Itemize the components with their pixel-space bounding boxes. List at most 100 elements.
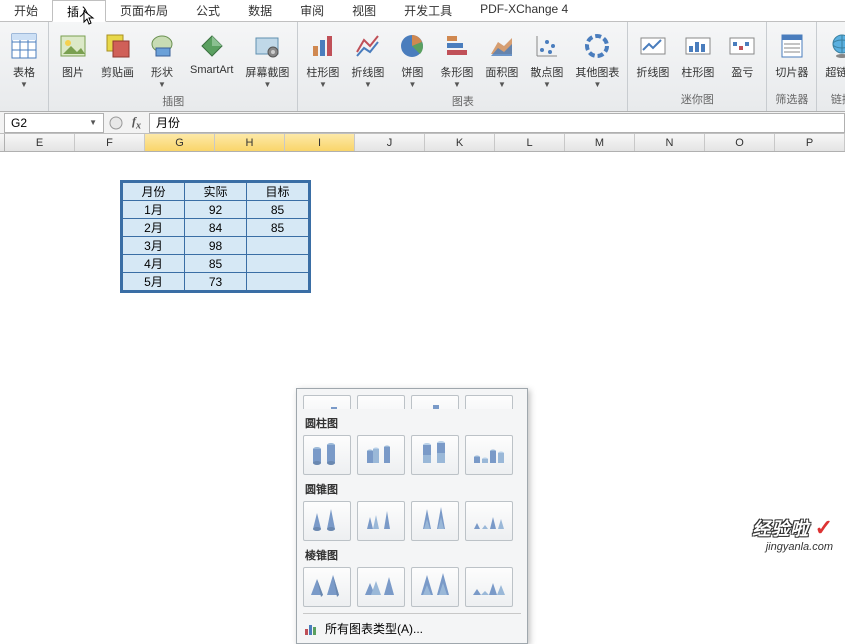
clipart-button[interactable]: 剪贴画: [97, 28, 138, 82]
column-header-F[interactable]: F: [75, 134, 145, 151]
scatter-chart-icon: [531, 30, 563, 62]
other-chart-button[interactable]: 其他图表 ▼: [571, 28, 623, 91]
formula-bar-row: G2 ▼ fx 月份: [0, 112, 845, 134]
name-box[interactable]: G2 ▼: [4, 113, 104, 133]
watermark-text: 经验啦: [752, 519, 809, 539]
sparkline-column-button[interactable]: 柱形图: [677, 28, 718, 82]
column-chart-button[interactable]: 柱形图 ▼: [302, 28, 343, 91]
smartart-button[interactable]: SmartArt: [186, 28, 237, 78]
picture-button[interactable]: 图片: [53, 28, 93, 82]
table-cell[interactable]: 98: [185, 237, 247, 255]
fx-icon[interactable]: [108, 115, 124, 131]
cone-option-1[interactable]: [303, 501, 351, 541]
table-cell[interactable]: 85: [247, 201, 309, 219]
tab-pdf[interactable]: PDF-XChange 4: [466, 0, 582, 21]
table-cell[interactable]: 85: [185, 255, 247, 273]
tab-dev[interactable]: 开发工具: [390, 0, 466, 21]
table-button[interactable]: 表格 ▼: [4, 28, 44, 91]
shapes-button[interactable]: 形状 ▼: [142, 28, 182, 91]
data-table[interactable]: 月份实际目标1月92852月84853月984月855月73: [120, 180, 311, 293]
screenshot-button[interactable]: 屏幕截图 ▼: [241, 28, 293, 91]
chart-option-3d-2[interactable]: [357, 395, 405, 409]
table-cell[interactable]: [247, 255, 309, 273]
table-header-cell[interactable]: 月份: [123, 183, 185, 201]
line-chart-icon: [352, 30, 384, 62]
cylinder-option-1[interactable]: [303, 435, 351, 475]
pyramid-row: [303, 567, 521, 607]
pyramid-option-1[interactable]: [303, 567, 351, 607]
sparkline-winloss-label: 盈亏: [731, 64, 753, 80]
cylinder-option-3[interactable]: [411, 435, 459, 475]
sparkline-line-button[interactable]: 折线图: [632, 28, 673, 82]
all-chart-types-button[interactable]: 所有图表类型(A)...: [303, 613, 521, 637]
table-cell[interactable]: 85: [247, 219, 309, 237]
table-cell[interactable]: [247, 237, 309, 255]
table-cell[interactable]: 4月: [123, 255, 185, 273]
shapes-icon: [146, 30, 178, 62]
pie-chart-button[interactable]: 饼图 ▼: [392, 28, 432, 91]
tab-insert[interactable]: 插入: [52, 0, 106, 22]
table-cell[interactable]: 92: [185, 201, 247, 219]
hyperlink-icon: [826, 30, 845, 62]
column-header-J[interactable]: J: [355, 134, 425, 151]
tab-data[interactable]: 数据: [234, 0, 286, 21]
chart-option-3d-3[interactable]: [411, 395, 459, 409]
cylinder-option-4[interactable]: [465, 435, 513, 475]
column-header-M[interactable]: M: [565, 134, 635, 151]
chevron-down-icon: ▼: [543, 80, 551, 89]
table-cell[interactable]: 73: [185, 273, 247, 291]
chart-option-3d-4[interactable]: [465, 395, 513, 409]
column-header-E[interactable]: E: [5, 134, 75, 151]
ribbon-group-tables: 表格 ▼: [0, 22, 49, 111]
fx-label[interactable]: fx: [124, 114, 149, 131]
all-chart-types-label: 所有图表类型(A)...: [325, 620, 423, 637]
tab-start[interactable]: 开始: [0, 0, 52, 21]
table-cell[interactable]: [247, 273, 309, 291]
cone-row: [303, 501, 521, 541]
cone-option-4[interactable]: [465, 501, 513, 541]
tab-layout[interactable]: 页面布局: [106, 0, 182, 21]
column-header-L[interactable]: L: [495, 134, 565, 151]
pyramid-option-4[interactable]: [465, 567, 513, 607]
line-chart-button[interactable]: 折线图 ▼: [347, 28, 388, 91]
cylinder-option-2[interactable]: [357, 435, 405, 475]
column-chart-icon: [307, 30, 339, 62]
chevron-down-icon: ▼: [593, 80, 601, 89]
table-cell[interactable]: 1月: [123, 201, 185, 219]
table-header-cell[interactable]: 目标: [247, 183, 309, 201]
scatter-chart-button[interactable]: 散点图 ▼: [526, 28, 567, 91]
cone-option-2[interactable]: [357, 501, 405, 541]
slicer-icon: [776, 30, 808, 62]
tab-view[interactable]: 视图: [338, 0, 390, 21]
column-header-I[interactable]: I: [285, 134, 355, 151]
sparkline-column-label: 柱形图: [681, 64, 714, 80]
pyramid-option-3[interactable]: [411, 567, 459, 607]
sparkline-winloss-button[interactable]: 盈亏: [722, 28, 762, 82]
column-header-K[interactable]: K: [425, 134, 495, 151]
column-header-O[interactable]: O: [705, 134, 775, 151]
table-header-cell[interactable]: 实际: [185, 183, 247, 201]
formula-input[interactable]: 月份: [149, 113, 845, 133]
line-chart-label: 折线图: [351, 64, 384, 80]
slicer-button[interactable]: 切片器: [771, 28, 812, 82]
area-chart-button[interactable]: 面积图 ▼: [481, 28, 522, 91]
cursor-icon: [83, 10, 97, 26]
cone-option-3[interactable]: [411, 501, 459, 541]
tab-review[interactable]: 审阅: [286, 0, 338, 21]
tab-formula[interactable]: 公式: [182, 0, 234, 21]
table-cell[interactable]: 84: [185, 219, 247, 237]
chevron-down-icon: ▼: [453, 80, 461, 89]
table-cell[interactable]: 5月: [123, 273, 185, 291]
chart-option-3d-1[interactable]: [303, 395, 351, 409]
column-header-H[interactable]: H: [215, 134, 285, 151]
watermark-url: jingyanla.com: [752, 541, 833, 553]
column-header-P[interactable]: P: [775, 134, 845, 151]
column-header-G[interactable]: G: [145, 134, 215, 151]
column-header-N[interactable]: N: [635, 134, 705, 151]
bar-chart-button[interactable]: 条形图 ▼: [436, 28, 477, 91]
table-cell[interactable]: 2月: [123, 219, 185, 237]
table-cell[interactable]: 3月: [123, 237, 185, 255]
hyperlink-button[interactable]: 超链接: [821, 28, 845, 82]
pyramid-option-2[interactable]: [357, 567, 405, 607]
other-chart-label: 其他图表: [575, 64, 619, 80]
